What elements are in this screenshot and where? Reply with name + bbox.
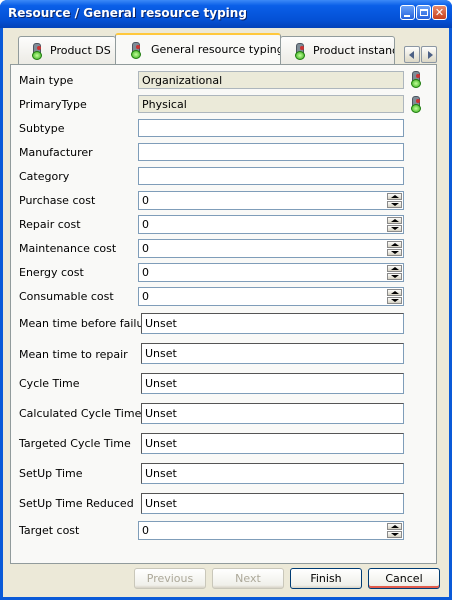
mtbf-label: Mean time before failure [19,317,155,330]
maintenance-cost-value: 0 [142,242,149,255]
main-type-field: Organizational [138,71,404,89]
consumable-cost-label: Consumable cost [19,290,114,303]
primary-type-label: PrimaryType [19,98,87,111]
tab-label: Product instance [313,44,394,57]
primary-type-value: Physical [142,98,187,111]
main-type-label: Main type [19,74,74,87]
spinner-arrows-icon[interactable] [387,523,402,538]
manufacturer-input[interactable] [138,143,404,161]
window-title: Resource / General resource typing [8,6,247,20]
energy-cost-value: 0 [142,266,149,279]
manufacturer-label: Manufacturer [19,146,93,159]
setup-time-label: SetUp Time [19,467,83,480]
spinner-arrows-icon[interactable] [387,217,402,232]
repair-cost-label: Repair cost [19,218,81,231]
minimize-icon[interactable] [400,5,415,20]
cycle-time-field[interactable]: Unset [141,373,404,394]
maintenance-cost-spinner[interactable]: 0 [138,239,404,258]
target-cost-spinner[interactable]: 0 [138,521,404,540]
energy-cost-label: Energy cost [19,266,84,279]
mtbf-field[interactable]: Unset [141,313,404,334]
cycle-time-label: Cycle Time [19,377,80,390]
tab-product-ds[interactable]: Product DS [18,36,116,64]
targeted-cycle-time-value: Unset [145,437,177,450]
tab-scroll-left-button[interactable] [404,46,420,63]
consumable-cost-spinner[interactable]: 0 [138,287,404,306]
consumable-cost-value: 0 [142,290,149,303]
purchase-cost-spinner[interactable]: 0 [138,191,404,210]
repair-cost-value: 0 [142,218,149,231]
setup-time-field[interactable]: Unset [141,463,404,484]
purchase-cost-label: Purchase cost [19,194,96,207]
spinner-arrows-icon[interactable] [387,289,402,304]
tab-label: Product DS [50,44,111,57]
repair-cost-spinner[interactable]: 0 [138,215,404,234]
primary-type-field: Physical [138,95,404,113]
arrow-right-icon [428,51,433,59]
calculated-cycle-time-field[interactable]: Unset [141,403,404,424]
category-input[interactable] [138,167,404,185]
calculated-cycle-time-label: Calculated Cycle Time [19,407,142,420]
energy-cost-spinner[interactable]: 0 [138,263,404,282]
spinner-arrows-icon[interactable] [387,265,402,280]
targeted-cycle-time-label: Targeted Cycle Time [19,437,131,450]
subtype-input[interactable] [138,119,404,137]
target-cost-value: 0 [142,524,149,537]
mttr-field[interactable]: Unset [141,343,404,364]
setup-time-value: Unset [145,467,177,480]
traffic-light-icon [131,42,141,59]
traffic-light-icon [32,43,42,60]
traffic-light-icon [411,71,421,88]
title-bar[interactable]: Resource / General resource typing ✕ [0,0,452,28]
maximize-icon[interactable] [416,5,431,20]
subtype-label: Subtype [19,122,65,135]
close-icon[interactable]: ✕ [432,5,447,20]
mtbf-value: Unset [145,317,177,330]
previous-button[interactable]: Previous [134,568,206,589]
finish-button[interactable]: Finish [290,568,362,589]
traffic-light-icon [295,43,305,60]
next-button[interactable]: Next [212,568,284,589]
targeted-cycle-time-field[interactable]: Unset [141,433,404,454]
traffic-light-icon [411,96,421,113]
tab-label: General resource typing [151,43,281,56]
tab-scroll-right-button[interactable] [421,46,437,63]
mttr-label: Mean time to repair [19,348,128,361]
arrow-left-icon [409,51,414,59]
category-label: Category [19,170,70,183]
main-type-value: Organizational [142,74,223,87]
setup-time-reduced-value: Unset [145,497,177,510]
target-cost-label: Target cost [19,524,80,537]
cycle-time-value: Unset [145,377,177,390]
setup-time-reduced-field[interactable]: Unset [141,493,404,514]
spinner-arrows-icon[interactable] [387,241,402,256]
tab-product-instance[interactable]: Product instance [280,36,395,64]
tab-general-resource-typing[interactable]: General resource typing [115,33,281,64]
setup-time-reduced-label: SetUp Time Reduced [19,497,134,510]
spinner-arrows-icon[interactable] [387,193,402,208]
cancel-button[interactable]: Cancel [368,568,440,589]
mttr-value: Unset [145,347,177,360]
purchase-cost-value: 0 [142,194,149,207]
calculated-cycle-time-value: Unset [145,407,177,420]
maintenance-cost-label: Maintenance cost [19,242,117,255]
